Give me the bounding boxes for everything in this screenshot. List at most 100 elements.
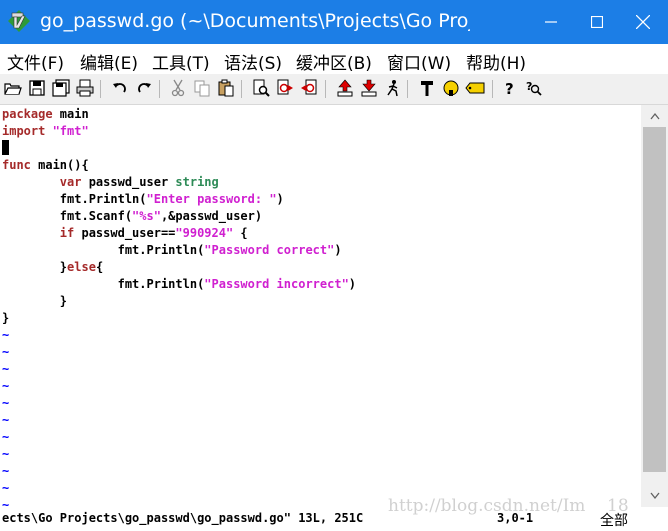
run-ctags-icon[interactable] xyxy=(441,78,461,98)
code-line[interactable]: fmt.Println("Password correct") xyxy=(2,242,342,259)
code-line[interactable]: fmt.Scanf("%s",&passwd_user) xyxy=(2,208,262,225)
code-line[interactable]: import "fmt" xyxy=(2,123,89,140)
empty-line-marker: ~ xyxy=(2,481,10,495)
load-session-icon[interactable] xyxy=(335,78,355,98)
chevron-up-icon xyxy=(649,112,660,120)
vim-logo-icon xyxy=(8,10,30,32)
empty-line-marker: ~ xyxy=(2,498,10,507)
save-session-icon[interactable] xyxy=(359,78,379,98)
cut-icon[interactable] xyxy=(168,78,188,98)
code-line[interactable]: package main xyxy=(2,106,89,123)
minimize-icon xyxy=(545,21,557,23)
code-token: passwd_user== xyxy=(74,226,176,240)
type-token: string xyxy=(175,175,219,189)
status-file-message: ects\Go Projects\go_passwd\go_passwd.go"… xyxy=(2,511,364,525)
toolbar-separator xyxy=(241,80,242,98)
code-line[interactable]: } xyxy=(2,293,67,310)
code-token: main(){ xyxy=(30,158,89,172)
menu-file[interactable]: 文件(F) xyxy=(7,49,64,74)
close-button[interactable] xyxy=(620,0,666,44)
svg-text:?: ? xyxy=(505,80,514,97)
minimize-button[interactable] xyxy=(528,0,574,44)
string-token: "fmt" xyxy=(45,124,89,138)
keyword-token: func xyxy=(2,158,31,172)
string-token: "Password correct" xyxy=(204,243,335,257)
scroll-up-button[interactable] xyxy=(641,105,668,127)
jump-tag-icon[interactable] xyxy=(465,78,485,98)
find-prev-icon[interactable] xyxy=(299,78,319,98)
undo-icon[interactable] xyxy=(110,78,130,98)
paste-icon[interactable] xyxy=(216,78,236,98)
make-icon[interactable] xyxy=(417,78,437,98)
empty-line-marker: ~ xyxy=(2,362,10,376)
print-icon[interactable] xyxy=(75,78,95,98)
menu-help[interactable]: 帮助(H) xyxy=(466,49,526,74)
code-line[interactable]: fmt.Println("Password incorrect") xyxy=(2,276,356,293)
empty-line-marker: ~ xyxy=(2,328,10,342)
code-line[interactable]: }else{ xyxy=(2,259,103,276)
code-token: passwd_user xyxy=(81,175,176,189)
find-next-icon[interactable] xyxy=(275,78,295,98)
text-cursor xyxy=(2,140,9,155)
code-token: { xyxy=(95,260,104,274)
find-help-icon[interactable]: ? xyxy=(524,78,544,98)
code-token: fmt.Println( xyxy=(2,192,147,206)
code-line[interactable]: } xyxy=(2,310,9,327)
find-replace-icon[interactable] xyxy=(251,78,271,98)
chevron-down-icon xyxy=(649,492,660,500)
empty-line-marker: ~ xyxy=(2,379,10,393)
code-token: ) xyxy=(348,277,357,291)
copy-icon[interactable] xyxy=(192,78,212,98)
redo-icon[interactable] xyxy=(134,78,154,98)
empty-line-marker: ~ xyxy=(2,345,10,359)
menu-edit[interactable]: 编辑(E) xyxy=(80,49,138,74)
code-line[interactable]: if passwd_user=="990924" { xyxy=(2,225,248,242)
string-token: "%s" xyxy=(132,209,161,223)
empty-line-marker: ~ xyxy=(2,396,10,410)
help-icon[interactable]: ? xyxy=(500,78,520,98)
watermark-text: http://blog.csdn.net/Im 18 xyxy=(388,496,629,516)
code-token: ,&passwd_user) xyxy=(160,209,263,223)
maximize-icon xyxy=(591,16,603,28)
title-bar[interactable]: go_passwd.go (~\Documents\Projects\Go Pr… xyxy=(0,0,668,44)
code-token: fmt.Println( xyxy=(2,243,205,257)
empty-line-marker: ~ xyxy=(2,430,10,444)
toolbar: ? ? xyxy=(0,74,668,105)
code-token: ) xyxy=(334,243,342,257)
toolbar-separator xyxy=(492,80,493,98)
toolbar-separator xyxy=(407,80,408,98)
vertical-scrollbar[interactable] xyxy=(641,105,668,507)
code-token: fmt.Scanf( xyxy=(2,209,133,223)
toolbar-separator xyxy=(100,80,101,98)
open-icon[interactable] xyxy=(3,78,23,98)
keyword-token: package xyxy=(2,107,53,121)
empty-line-marker: ~ xyxy=(2,464,10,478)
gvim-window: go_passwd.go (~\Documents\Projects\Go Pr… xyxy=(0,0,668,531)
editor-text-area[interactable]: package main import "fmt" func main(){ var… xyxy=(0,105,641,507)
code-token: } xyxy=(2,260,68,274)
code-token: fmt.Println( xyxy=(2,277,205,291)
code-line[interactable]: var passwd_user string xyxy=(2,174,219,191)
save-all-icon[interactable] xyxy=(51,78,71,98)
menu-buffers[interactable]: 缓冲区(B) xyxy=(296,49,372,74)
code-line[interactable]: func main(){ xyxy=(2,157,89,174)
close-icon xyxy=(636,15,650,29)
menu-window[interactable]: 窗口(W) xyxy=(387,49,451,74)
scrollbar-thumb[interactable] xyxy=(643,127,666,472)
string-token: "990924" xyxy=(175,226,234,240)
code-line[interactable]: fmt.Println("Enter password: ") xyxy=(2,191,284,208)
run-script-icon[interactable] xyxy=(383,78,403,98)
window-title: go_passwd.go (~\Documents\Projects\Go Pr… xyxy=(40,10,470,32)
keyword-token: else xyxy=(67,260,96,274)
menu-syntax[interactable]: 语法(S) xyxy=(224,49,282,74)
toolbar-separator xyxy=(159,80,160,98)
maximize-button[interactable] xyxy=(574,0,620,44)
code-token: { xyxy=(233,226,248,240)
save-icon[interactable] xyxy=(27,78,47,98)
empty-line-marker: ~ xyxy=(2,413,10,427)
menu-tools[interactable]: 工具(T) xyxy=(152,49,210,74)
string-token: "Password incorrect" xyxy=(204,277,349,291)
scroll-down-button[interactable] xyxy=(641,485,668,507)
